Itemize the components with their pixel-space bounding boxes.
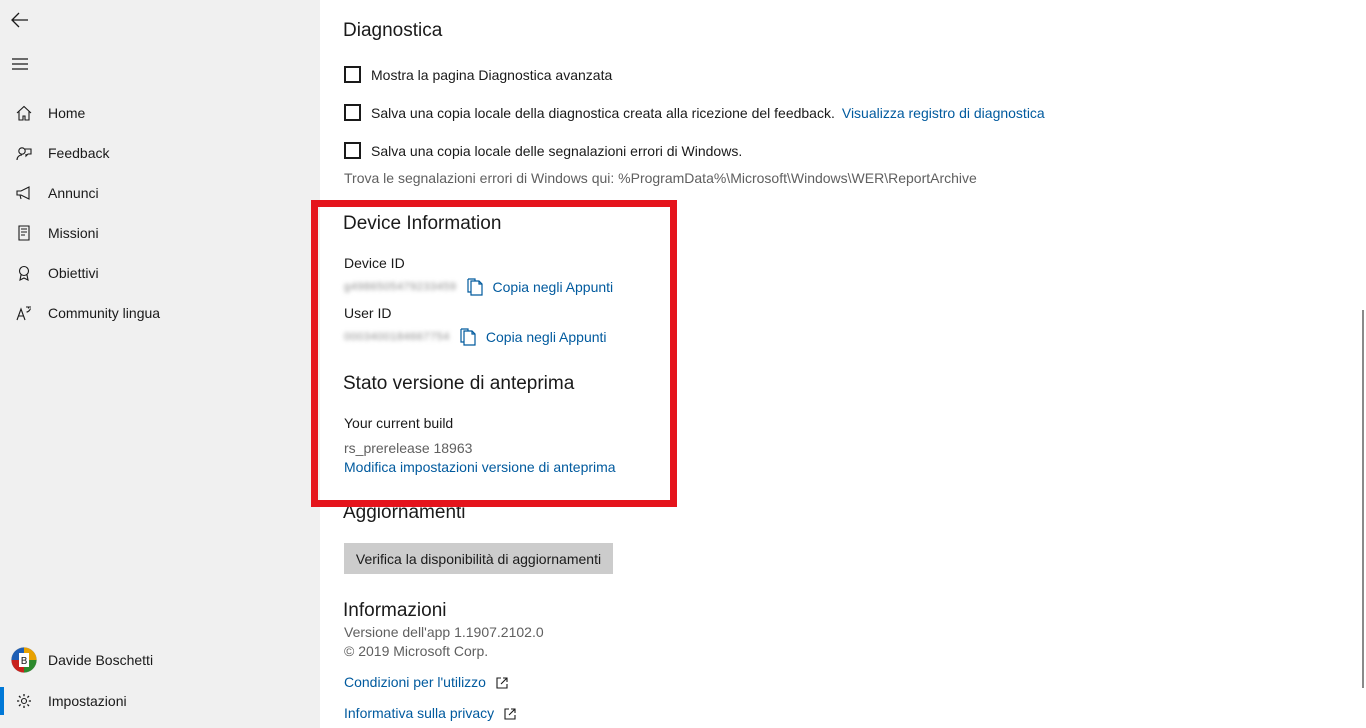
preview-status-title: Stato versione di anteprima — [343, 373, 575, 394]
device-id-label: Device ID — [344, 255, 405, 271]
sidebar-item-home[interactable]: Home — [0, 93, 320, 133]
diagnostics-title: Diagnostica — [343, 20, 443, 41]
updates-title: Aggiornamenti — [343, 502, 466, 523]
external-link-icon — [496, 677, 508, 689]
diagnostics-option-2: Salva una copia locale della diagnostica… — [344, 104, 1045, 121]
current-build-label: Your current build — [344, 415, 454, 431]
sidebar-item-impostazioni[interactable]: Impostazioni — [0, 681, 320, 721]
user-name: Davide Boschetti — [48, 652, 154, 668]
device-id-value: g4986505479233459 — [344, 281, 457, 293]
terms-link[interactable]: Condizioni per l'utilizzo — [344, 674, 486, 690]
privacy-link[interactable]: Informativa sulla privacy — [344, 705, 494, 721]
sidebar-item-missioni[interactable]: Missioni — [0, 213, 320, 253]
copy-icon[interactable] — [466, 278, 483, 296]
avatar: B — [0, 647, 48, 673]
back-button[interactable] — [0, 0, 40, 40]
sidebar: Home Feedback Annunci Missioni Obiettivi… — [0, 0, 320, 728]
medal-icon — [0, 265, 48, 281]
sidebar-item-label: Annunci — [48, 185, 99, 201]
language-icon — [0, 305, 48, 321]
back-arrow-icon — [11, 12, 28, 28]
current-build-value: rs_prerelease 18963 — [344, 440, 473, 456]
scrollbar[interactable] — [1362, 310, 1364, 688]
user-id-value: 0003400184667754 — [344, 331, 450, 343]
megaphone-icon — [0, 185, 48, 201]
privacy-link-row: Informativa sulla privacy — [344, 705, 516, 721]
user-id-row: 0003400184667754 Copia negli Appunti — [344, 328, 607, 346]
checkbox-label: Salva una copia locale della diagnostica… — [371, 104, 835, 121]
checkbox[interactable] — [344, 142, 361, 159]
check-updates-button[interactable]: Verifica la disponibilità di aggiornamen… — [344, 543, 613, 574]
menu-button[interactable] — [0, 44, 40, 84]
checkbox-label: Mostra la pagina Diagnostica avanzata — [371, 66, 613, 83]
checkbox[interactable] — [344, 66, 361, 83]
user-id-label: User ID — [344, 305, 392, 321]
sidebar-item-label: Impostazioni — [48, 693, 127, 709]
sidebar-item-annunci[interactable]: Annunci — [0, 173, 320, 213]
sidebar-item-label: Feedback — [48, 145, 110, 161]
sidebar-item-feedback[interactable]: Feedback — [0, 133, 320, 173]
hamburger-icon — [12, 58, 28, 70]
terms-link-row: Condizioni per l'utilizzo — [344, 674, 508, 690]
device-id-row: g4986505479233459 Copia negli Appunti — [344, 278, 613, 296]
selection-indicator — [0, 687, 4, 715]
device-info-title: Device Information — [343, 213, 502, 234]
copy-user-id-link[interactable]: Copia negli Appunti — [486, 329, 607, 345]
copy-icon[interactable] — [460, 328, 476, 346]
checkbox[interactable] — [344, 104, 361, 121]
home-icon — [0, 105, 48, 121]
sidebar-item-label: Obiettivi — [48, 265, 99, 281]
error-reports-path-note: Trova le segnalazioni errori di Windows … — [344, 170, 977, 186]
gear-icon — [0, 693, 48, 709]
app-version: Versione dell'app 1.1907.2102.0 — [344, 624, 544, 640]
svg-text:B: B — [21, 656, 28, 667]
checkbox-label: Salva una copia locale delle segnalazion… — [371, 142, 743, 159]
info-title: Informazioni — [343, 600, 447, 621]
quest-icon — [0, 225, 48, 241]
settings-page: Diagnostica Mostra la pagina Diagnostica… — [320, 0, 1366, 728]
user-account[interactable]: B Davide Boschetti — [0, 640, 320, 680]
sidebar-item-obiettivi[interactable]: Obiettivi — [0, 253, 320, 293]
copy-device-id-link[interactable]: Copia negli Appunti — [493, 279, 614, 295]
external-link-icon — [504, 708, 516, 720]
view-diagnostics-log-link[interactable]: Visualizza registro di diagnostica — [842, 105, 1045, 121]
feedback-icon — [0, 145, 48, 161]
sidebar-item-label: Community lingua — [48, 305, 161, 321]
diagnostics-option-1: Mostra la pagina Diagnostica avanzata — [344, 66, 612, 83]
sidebar-item-community-lingua[interactable]: Community lingua — [0, 293, 320, 333]
sidebar-item-label: Home — [48, 105, 86, 121]
copyright: © 2019 Microsoft Corp. — [344, 643, 489, 659]
sidebar-item-label: Missioni — [48, 225, 99, 241]
diagnostics-option-3: Salva una copia locale delle segnalazion… — [344, 142, 742, 159]
modify-preview-settings-link[interactable]: Modifica impostazioni versione di antepr… — [344, 459, 616, 475]
